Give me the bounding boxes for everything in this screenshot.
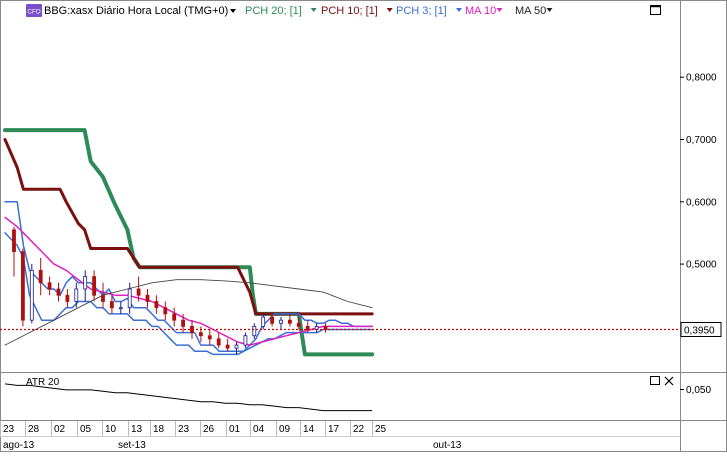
x-month-label: set-13 — [118, 440, 146, 451]
candle-body — [145, 294, 150, 302]
candle-body — [29, 269, 34, 321]
y-tick-label: 0,5000 — [686, 260, 717, 271]
candle-body — [181, 319, 186, 327]
indicator-1-label[interactable]: PCH 10; [1] — [321, 5, 378, 17]
x-day-label: 01 — [229, 424, 241, 435]
cfd-badge-label: CFD — [27, 9, 41, 16]
candle-body — [198, 332, 203, 337]
candle-body — [38, 269, 43, 284]
x-month-label: ago-13 — [3, 440, 35, 451]
candle-body — [172, 313, 177, 321]
x-day-label: 23 — [178, 424, 190, 435]
candle-body — [279, 319, 283, 324]
y-tick-label: 0,6000 — [686, 197, 717, 208]
candle-body — [74, 288, 79, 302]
candle-body — [243, 335, 248, 346]
x-day-label: 05 — [80, 424, 92, 435]
indicator-2-label[interactable]: PCH 3; [1] — [396, 5, 447, 17]
candle-body — [261, 316, 266, 327]
candle-body — [136, 288, 141, 296]
candle-body — [154, 301, 159, 309]
y-tick-label: 0,7000 — [686, 135, 717, 146]
candle-body — [270, 316, 275, 324]
candle-body — [207, 335, 212, 340]
candle-body — [118, 307, 123, 310]
x-day-label: 14 — [303, 424, 315, 435]
x-day-label: 25 — [375, 424, 387, 435]
candle-body — [47, 282, 52, 290]
candle-body — [296, 322, 301, 327]
symbol-title[interactable]: BBG:xasx Diário Hora Local (TMG+0) — [44, 5, 228, 17]
indicator-3-label[interactable]: MA 10 — [465, 5, 496, 17]
candle-body — [287, 319, 292, 324]
candle-body — [12, 229, 16, 253]
x-day-label: 22 — [353, 424, 365, 435]
chart-canvas[interactable]: 0,8000 0,7000 0,6000 0,5000 0,3950 23 28 02 05 1… — [0, 0, 727, 452]
candle-body — [163, 307, 168, 315]
x-day-label: 18 — [153, 424, 165, 435]
candle-body — [110, 301, 114, 309]
candle-body — [20, 251, 25, 321]
x-day-label: 23 — [3, 424, 15, 435]
x-day-label: 02 — [54, 424, 66, 435]
x-day-label: 04 — [253, 424, 265, 435]
indicator-4-label[interactable]: MA 50 — [515, 5, 546, 17]
candle-body — [252, 325, 257, 337]
y-tick-label: 0,8000 — [686, 73, 717, 84]
x-day-label: 17 — [328, 424, 340, 435]
candle-body — [216, 338, 221, 346]
x-day-label: 09 — [279, 424, 291, 435]
candle-body — [92, 276, 96, 296]
x-month-label: out-13 — [433, 440, 462, 451]
candle-body — [101, 294, 105, 302]
outer-frame — [0, 0, 727, 452]
candle-body — [65, 294, 70, 302]
atr-tick-label: 0,050 — [686, 385, 711, 396]
price-chart[interactable]: 0,8000 0,7000 0,6000 0,5000 0,3950 23 28 02 05 1… — [0, 0, 727, 452]
x-day-label: 10 — [105, 424, 117, 435]
indicator-0-label[interactable]: PCH 20; [1] — [245, 5, 302, 17]
x-day-label: 26 — [203, 424, 215, 435]
x-day-label: 28 — [28, 424, 40, 435]
x-day-label: 13 — [131, 424, 143, 435]
atr-maximize-icon[interactable] — [650, 376, 660, 385]
candle-body — [56, 288, 61, 296]
atr-label: ATR 20 — [26, 377, 60, 388]
candle-body — [234, 344, 239, 349]
current-price-label: 0,3950 — [684, 326, 715, 337]
candle-body — [225, 344, 230, 349]
candle-body — [127, 288, 132, 309]
candle-body — [83, 276, 88, 290]
